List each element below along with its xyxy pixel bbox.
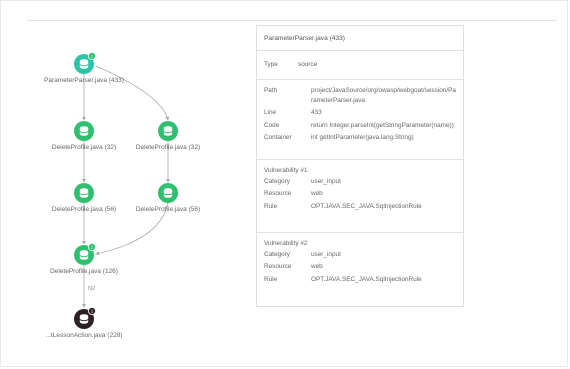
trace-graph[interactable]: 1 1 1 N2 ParameterParser.java (433) DeleteP… bbox=[0, 0, 260, 369]
graph-node-n7[interactable]: 1 bbox=[74, 306, 97, 329]
code-key: Code bbox=[264, 121, 280, 129]
code-value: return Integer.parseInt(getStringParamet… bbox=[311, 121, 456, 129]
resource-key: Resource bbox=[264, 190, 292, 197]
database-icon bbox=[79, 59, 89, 69]
node-label: DeleteProfile.java (56) bbox=[51, 206, 117, 213]
line-value: 433 bbox=[311, 109, 322, 116]
database-icon bbox=[79, 126, 89, 136]
resource-key: Resource bbox=[264, 263, 292, 270]
graph-node-n2[interactable] bbox=[74, 121, 94, 141]
resource-value: web bbox=[311, 190, 323, 197]
type-value: source bbox=[298, 61, 318, 69]
category-value: user_input bbox=[311, 250, 341, 258]
graph-node-n1[interactable]: 1 bbox=[74, 52, 97, 74]
category-key: Category bbox=[264, 250, 290, 258]
container-key: Container bbox=[264, 134, 292, 141]
graph-node-n5[interactable] bbox=[158, 183, 178, 203]
rule-value: OPT.JAVA.SEC_JAVA.SqlInjectionRule bbox=[311, 202, 422, 210]
rule-key: Rule bbox=[264, 202, 278, 210]
graph-node-n3[interactable] bbox=[158, 121, 178, 141]
rule-value: OPT.JAVA.SEC_JAVA.SqlInjectionRule bbox=[311, 275, 422, 283]
database-icon bbox=[79, 250, 89, 260]
database-icon bbox=[163, 188, 173, 198]
category-key: Category bbox=[264, 177, 290, 185]
node-label: ParameterParser.java (433) bbox=[44, 77, 124, 84]
node-label: DeleteProfile.java (56) bbox=[135, 206, 201, 213]
trace-graph-canvas: 1 1 1 bbox=[74, 52, 178, 329]
rule-key: Rule bbox=[264, 275, 278, 283]
type-key: Type bbox=[264, 61, 278, 69]
database-icon bbox=[79, 188, 89, 198]
path-key: Path bbox=[264, 87, 278, 94]
node-label: ...tLessonAction.java (228) bbox=[45, 332, 123, 339]
details-title: ParameterParser.java (433) bbox=[264, 34, 345, 42]
vulnerability-2: Vulnerability #2 Category user_input Reso… bbox=[257, 233, 463, 307]
node-label: DeleteProfile.java (126) bbox=[50, 268, 118, 275]
resource-value: web bbox=[311, 263, 323, 270]
vulnerability-heading: Vulnerability #2 bbox=[264, 240, 308, 247]
graph-node-n6[interactable]: 1 bbox=[74, 242, 97, 265]
edge-n1-n3 bbox=[95, 65, 170, 121]
graph-node-n4[interactable] bbox=[74, 183, 94, 203]
vulnerability-1: Vulnerability #1 Category user_input Reso… bbox=[257, 160, 463, 233]
edge-label: N2 bbox=[88, 286, 96, 292]
path-value: project/JavaSource/org/owasp/webgoat/ses… bbox=[311, 87, 456, 104]
node-details-panel: ParameterParser.java (433) Type source P… bbox=[256, 25, 464, 307]
database-icon bbox=[79, 314, 89, 324]
category-value: user_input bbox=[311, 177, 341, 185]
line-key: Line bbox=[264, 109, 277, 116]
vulnerability-heading: Vulnerability #1 bbox=[264, 167, 308, 174]
container-value: int getIntParameter(java.lang.String) bbox=[311, 134, 414, 141]
node-label: DeleteProfile.java (32) bbox=[51, 144, 117, 151]
database-icon bbox=[163, 126, 173, 136]
node-label: DeleteProfile.java (32) bbox=[135, 144, 201, 151]
